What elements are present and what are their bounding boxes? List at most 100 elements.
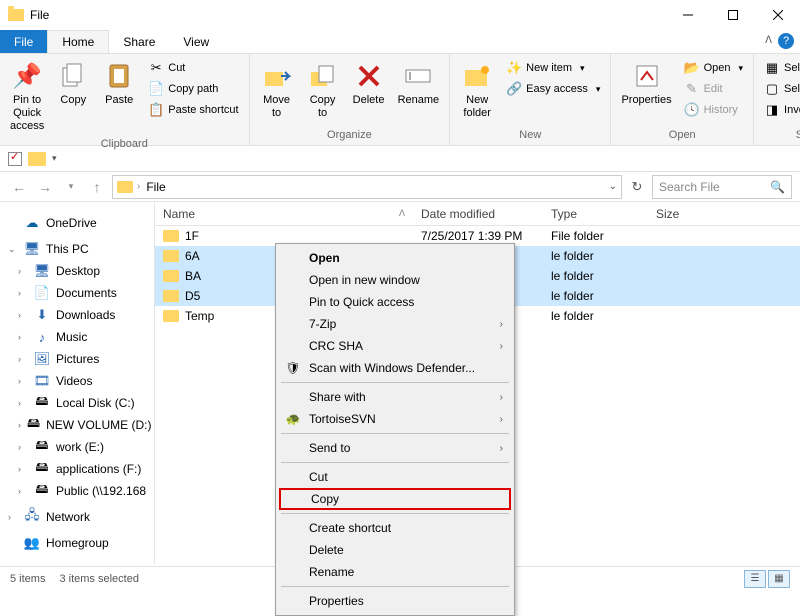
folder-icon [163, 290, 179, 302]
sidebar-item-desktop[interactable]: ›🖥Desktop [0, 260, 154, 282]
view-details-button[interactable]: ☰ [744, 570, 766, 588]
ctx-share-with[interactable]: Share with› [279, 386, 511, 408]
up-button[interactable]: ↑ [86, 176, 108, 198]
paste-shortcut-icon: 📋 [148, 102, 164, 118]
ctx-crc-sha[interactable]: CRC SHA› [279, 335, 511, 357]
rename-icon [402, 60, 434, 92]
tab-share[interactable]: Share [109, 30, 169, 53]
sidebar-item-documents[interactable]: ›📄Documents [0, 282, 154, 304]
ctx-open-new-window[interactable]: Open in new window [279, 269, 511, 291]
ctx-pin-quick-access[interactable]: Pin to Quick access [279, 291, 511, 313]
folder-icon[interactable] [28, 152, 46, 166]
open-icon: 📂 [684, 60, 700, 76]
group-select: ▦Select all ▢Select none ◨Invert selecti… [754, 54, 800, 145]
sidebar-item-onedrive[interactable]: ☁OneDrive [0, 212, 154, 234]
view-icons-button[interactable]: ▦ [768, 570, 790, 588]
sidebar-item-work[interactable]: ›🖴work (E:) [0, 436, 154, 458]
ctx-cut[interactable]: Cut [279, 466, 511, 488]
properties-button[interactable]: Properties [617, 58, 675, 127]
separator [281, 513, 509, 514]
folder-icon [163, 270, 179, 282]
paste-shortcut-button[interactable]: 📋Paste shortcut [144, 100, 242, 120]
open-button[interactable]: 📂Open▾ [680, 58, 747, 78]
copy-path-button[interactable]: 📄Copy path [144, 79, 242, 99]
address-input[interactable]: › File ⌄ [112, 175, 622, 199]
back-button[interactable]: ← [8, 176, 30, 198]
new-item-icon: ✨ [506, 60, 522, 76]
paste-button[interactable]: Paste [98, 58, 140, 136]
ctx-tortoisesvn[interactable]: 🐢TortoiseSVN› [279, 408, 511, 430]
invert-selection-button[interactable]: ◨Invert selection [760, 100, 800, 120]
maximize-button[interactable] [710, 0, 755, 30]
column-type[interactable]: Type [543, 207, 648, 221]
tab-view[interactable]: View [169, 30, 223, 53]
copy-to-button[interactable]: Copy to [302, 58, 344, 127]
file-type: le folder [543, 269, 648, 283]
tab-home[interactable]: Home [47, 30, 109, 53]
file-name: Temp [185, 309, 214, 323]
sort-icon: ᐱ [399, 208, 405, 219]
cut-button[interactable]: ✂Cut [144, 58, 242, 78]
new-item-button[interactable]: ✨New item▾ [502, 58, 604, 78]
file-date: 7/25/2017 1:39 PM [413, 229, 543, 243]
sidebar-item-videos[interactable]: ›🎞Videos [0, 370, 154, 392]
history-button[interactable]: 🕓History [680, 100, 747, 120]
tab-file[interactable]: File [0, 30, 47, 53]
sidebar-item-applications[interactable]: ›🖴applications (F:) [0, 458, 154, 480]
sidebar-item-pictures[interactable]: ›🖼Pictures [0, 348, 154, 370]
ctx-send-to[interactable]: Send to› [279, 437, 511, 459]
sidebar-item-homegroup[interactable]: 👥Homegroup [0, 532, 154, 554]
ctx-defender[interactable]: 🛡Scan with Windows Defender... [279, 357, 511, 379]
sidebar-item-music[interactable]: ›♪Music [0, 326, 154, 348]
collapse-ribbon-icon[interactable]: ᐱ [765, 35, 772, 46]
column-size[interactable]: Size [648, 207, 728, 221]
select-all-button[interactable]: ▦Select all [760, 58, 800, 78]
new-folder-button[interactable]: New folder [456, 58, 498, 127]
edit-button[interactable]: ✎Edit [680, 79, 747, 99]
delete-button[interactable]: Delete [348, 58, 390, 127]
column-name[interactable]: Nameᐱ [155, 207, 413, 221]
breadcrumb[interactable]: File [144, 180, 167, 194]
easy-access-button[interactable]: 🔗Easy access▾ [502, 79, 604, 99]
minimize-button[interactable] [665, 0, 710, 30]
close-button[interactable] [755, 0, 800, 30]
group-organize: Move to Copy to Delete Rename O [250, 54, 451, 145]
sidebar-item-thispc[interactable]: ⌄🖥This PC [0, 238, 154, 260]
sidebar-item-newvolume[interactable]: ›🖴NEW VOLUME (D:) [0, 414, 154, 436]
copy-button[interactable]: Copy [52, 58, 94, 136]
easy-access-icon: 🔗 [506, 81, 522, 97]
ctx-create-shortcut[interactable]: Create shortcut [279, 517, 511, 539]
music-icon: ♪ [34, 329, 50, 345]
recent-button[interactable]: ▾ [60, 176, 82, 198]
help-icon[interactable]: ? [778, 33, 794, 49]
ctx-properties[interactable]: Properties [279, 590, 511, 612]
move-to-button[interactable]: Move to [256, 58, 298, 127]
navigation-pane: ☁OneDrive ⌄🖥This PC ›🖥Desktop ›📄Document… [0, 202, 155, 564]
folder-icon [8, 9, 24, 21]
ctx-copy[interactable]: Copy [279, 488, 511, 510]
rename-button[interactable]: Rename [394, 58, 444, 127]
sidebar-item-downloads[interactable]: ›⬇Downloads [0, 304, 154, 326]
select-none-button[interactable]: ▢Select none [760, 79, 800, 99]
shield-icon: 🛡 [285, 360, 301, 376]
sidebar-item-network[interactable]: ›🖧Network [0, 506, 154, 528]
refresh-button[interactable]: ↻ [626, 179, 648, 195]
checkbox-icon[interactable] [8, 152, 22, 166]
sidebar-item-localdisk[interactable]: ›🖴Local Disk (C:) [0, 392, 154, 414]
documents-icon: 📄 [34, 285, 50, 301]
column-date[interactable]: Date modified [413, 207, 543, 221]
separator [281, 382, 509, 383]
ctx-open[interactable]: Open [279, 247, 511, 269]
sidebar-item-public[interactable]: ›🖴Public (\\192.168 [0, 480, 154, 502]
qa-dropdown-icon[interactable]: ▾ [52, 153, 57, 164]
dropdown-icon[interactable]: ⌄ [609, 181, 617, 192]
ctx-7zip[interactable]: 7-Zip› [279, 313, 511, 335]
file-name: BA [185, 269, 201, 283]
pin-to-quick-access-button[interactable]: 📌 Pin to Quick access [6, 58, 48, 136]
forward-button[interactable]: → [34, 176, 56, 198]
ctx-rename[interactable]: Rename [279, 561, 511, 583]
copy-to-icon [307, 60, 339, 92]
ctx-delete[interactable]: Delete [279, 539, 511, 561]
file-type: le folder [543, 289, 648, 303]
search-input[interactable]: Search File 🔍 [652, 175, 792, 199]
